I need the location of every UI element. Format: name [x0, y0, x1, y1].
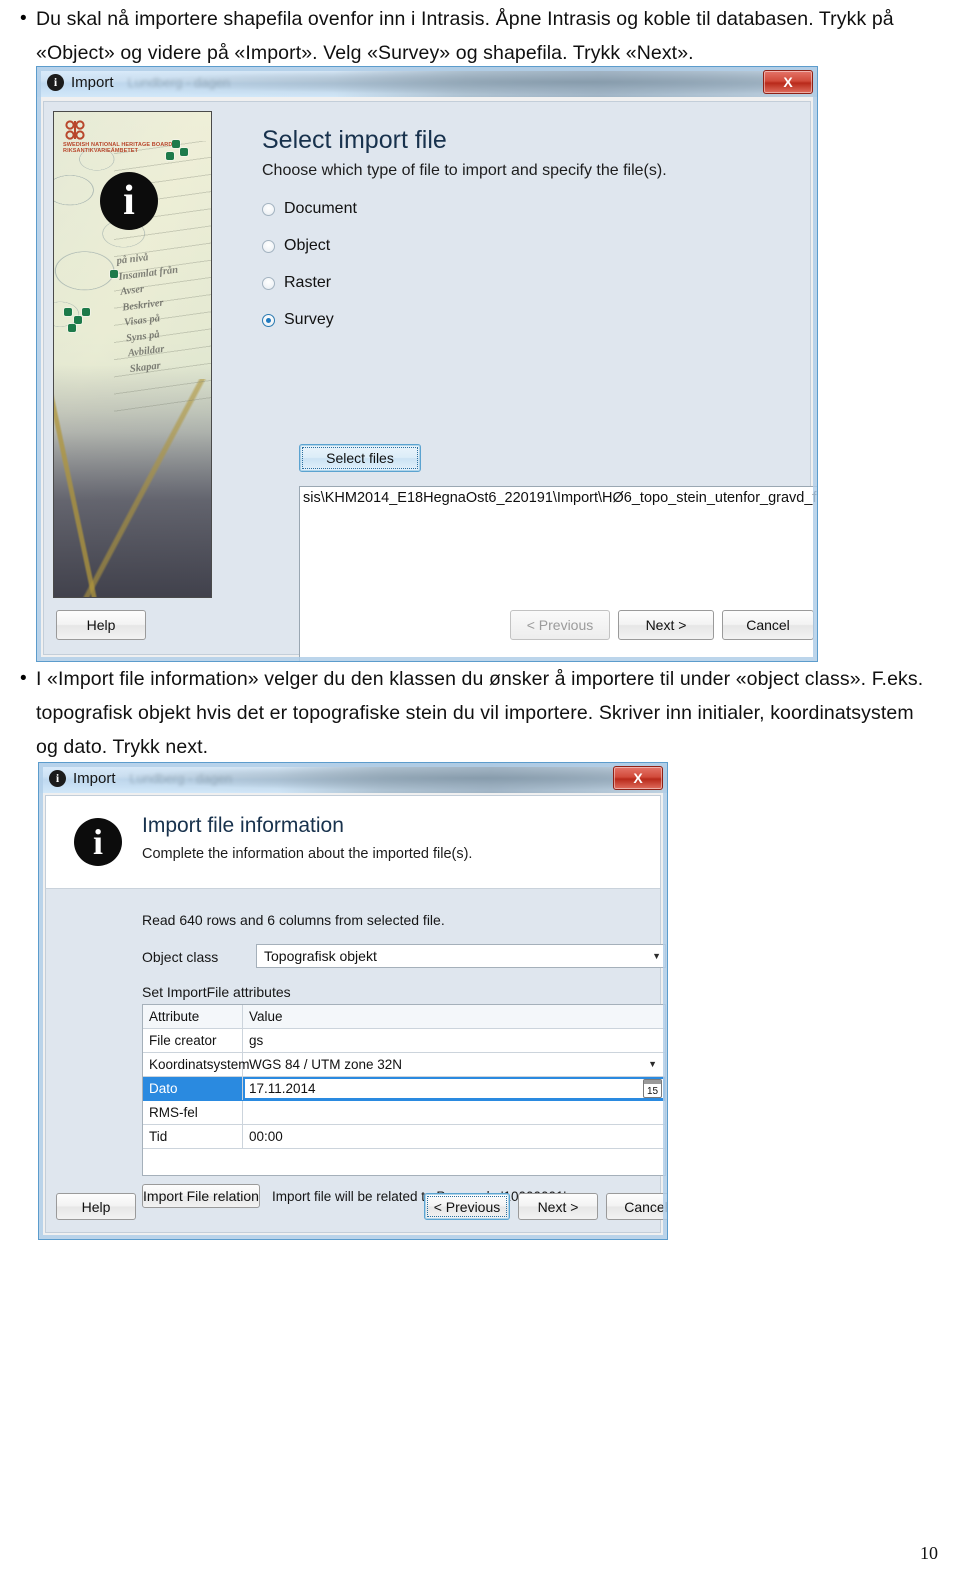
- previous-button-label: < Previous: [433, 1198, 501, 1215]
- set-attributes-label: Set ImportFile attributes: [142, 984, 291, 1000]
- radio-option-raster[interactable]: Raster: [262, 272, 357, 294]
- dialog1-subheading: Choose which type of file to import and …: [262, 162, 667, 179]
- next-button[interactable]: Next >: [618, 610, 714, 640]
- cancel-button[interactable]: Cancel: [606, 1193, 667, 1220]
- cancel-button[interactable]: Cancel: [722, 610, 814, 640]
- selected-file-path: sis\KHM2014_E18HegnaOst6_220191\Import\H…: [303, 490, 818, 506]
- bullet-marker: •: [20, 668, 27, 689]
- dialog2-heading: Import file information: [142, 814, 344, 837]
- paragraph-2-text: I «Import file information» velger du de…: [36, 668, 924, 758]
- info-icon: i: [47, 73, 64, 91]
- radio-option-document[interactable]: Document: [262, 198, 357, 220]
- dialog2-subheading: Complete the information about the impor…: [142, 846, 473, 862]
- next-button[interactable]: Next >: [518, 1193, 598, 1220]
- illustration-marker: [68, 324, 76, 332]
- select-files-button[interactable]: Select files: [299, 444, 421, 472]
- dialog1-body: SWEDISH NATIONAL HERITAGE BOARD RIKSANTI…: [43, 101, 817, 661]
- radio-indicator-survey[interactable]: [262, 313, 275, 327]
- bullet-marker: •: [20, 8, 27, 29]
- logo-line-2: RIKSANTIKVARIEÄMBETET: [63, 148, 139, 154]
- table-row-selected[interactable]: Dato 17.11.2014 15: [143, 1077, 665, 1101]
- radio-label-document: Document: [284, 200, 357, 217]
- attribute-value[interactable]: 00:00: [243, 1125, 665, 1148]
- illustration-marker: [82, 308, 90, 316]
- column-header-attribute: Attribute: [143, 1005, 243, 1028]
- radio-label-object: Object: [284, 237, 331, 254]
- import-attributes-table[interactable]: Attribute Value File creator gs Koordina…: [142, 1004, 666, 1176]
- object-class-label: Object class: [142, 949, 219, 965]
- illustration-marker: [64, 308, 72, 316]
- dialog2-header-band: [46, 796, 660, 889]
- dialog2-body: i Import file information Complete the i…: [45, 795, 667, 1233]
- paragraph-1-text: Du skal nå importere shapefila ovenfor i…: [36, 8, 894, 64]
- object-class-value: Topografisk objekt: [264, 948, 377, 964]
- illustration-marker: [110, 270, 118, 278]
- previous-button[interactable]: < Previous: [424, 1193, 510, 1220]
- close-icon[interactable]: X: [613, 766, 663, 790]
- attribute-name: File creator: [143, 1029, 243, 1052]
- attribute-value[interactable]: [243, 1101, 665, 1124]
- dialog1-titlebar[interactable]: i Import Lundberg - dagen X: [37, 67, 817, 97]
- radio-indicator-document[interactable]: [262, 202, 275, 216]
- riksantikvarieambetet-logo: SWEDISH NATIONAL HERITAGE BOARD RIKSANTI…: [63, 119, 183, 154]
- illustration-handwriting: på nivå Insamlat från Avser Beskriver Vi…: [116, 243, 211, 377]
- table-row[interactable]: File creator gs: [143, 1029, 665, 1053]
- radio-label-survey: Survey: [284, 311, 334, 328]
- dialog1-title-secondary: Lundberg - dagen: [127, 74, 231, 90]
- attribute-name: Koordinatsystem: [143, 1053, 250, 1076]
- radio-indicator-object[interactable]: [262, 239, 275, 253]
- attribute-name: Tid: [143, 1125, 243, 1148]
- dialog2-title-secondary: Lundberg - dagen: [129, 770, 233, 786]
- close-icon[interactable]: X: [763, 70, 813, 94]
- koordinatsystem-value: WGS 84 / UTM zone 32N: [249, 1057, 403, 1072]
- table-row[interactable]: Koordinatsystem WGS 84 / UTM zone 32N ▼: [143, 1053, 665, 1077]
- select-files-label: Select files: [326, 450, 394, 466]
- import-type-radio-group[interactable]: Document Object Raster Survey: [262, 198, 357, 346]
- dialog1-heading: Select import file: [262, 126, 447, 154]
- table-row[interactable]: RMS-fel: [143, 1101, 665, 1125]
- info-icon: i: [49, 769, 66, 787]
- attribute-value-date-input[interactable]: 17.11.2014 15: [243, 1077, 665, 1100]
- dialog1-title: Import: [71, 73, 114, 91]
- chevron-down-icon[interactable]: ▼: [652, 951, 661, 961]
- dialog2-footer: Help < Previous Next > Cancel: [46, 1184, 667, 1232]
- table-header-row: Attribute Value: [143, 1005, 665, 1029]
- previous-button: < Previous: [510, 610, 610, 640]
- page-number: 10: [920, 1543, 938, 1563]
- read-rows-info: Read 640 rows and 6 columns from selecte…: [142, 912, 445, 928]
- radio-indicator-raster[interactable]: [262, 276, 275, 290]
- dialog2-title: Import: [73, 769, 116, 787]
- heritage-board-glyph: [65, 120, 85, 140]
- dialog1-footer: Help < Previous Next > Cancel: [44, 596, 814, 654]
- help-button[interactable]: Help: [56, 610, 146, 640]
- radio-option-survey[interactable]: Survey: [262, 309, 357, 331]
- attribute-value[interactable]: gs: [243, 1029, 665, 1052]
- radio-option-object[interactable]: Object: [262, 235, 357, 257]
- import-file-information-dialog[interactable]: i Import Lundberg - dagen X i Import fil…: [38, 762, 668, 1240]
- info-badge-icon: i: [74, 818, 122, 866]
- attribute-value[interactable]: WGS 84 / UTM zone 32N ▼: [243, 1053, 665, 1076]
- attribute-name: RMS-fel: [143, 1101, 243, 1124]
- paragraph-2: • I «Import file information» velger du …: [10, 662, 940, 764]
- attribute-name: Dato: [143, 1077, 243, 1100]
- import-select-file-dialog[interactable]: i Import Lundberg - dagen X SWEDISH NATI…: [36, 66, 818, 662]
- object-class-dropdown[interactable]: Topografisk objekt ▼: [256, 944, 666, 968]
- wizard-illustration: SWEDISH NATIONAL HERITAGE BOARD RIKSANTI…: [53, 111, 212, 598]
- calendar-icon[interactable]: 15: [643, 1079, 662, 1098]
- illustration-marker: [74, 316, 82, 324]
- column-header-value: Value: [249, 1009, 283, 1024]
- help-button[interactable]: Help: [56, 1193, 136, 1220]
- table-row[interactable]: Tid 00:00: [143, 1125, 665, 1149]
- dialog2-titlebar[interactable]: i Import Lundberg - dagen X: [39, 763, 667, 793]
- chevron-down-icon[interactable]: ▼: [648, 1059, 657, 1069]
- radio-label-raster: Raster: [284, 274, 332, 291]
- dato-value: 17.11.2014: [249, 1081, 316, 1096]
- paragraph-1: • Du skal nå importere shapefila ovenfor…: [10, 2, 940, 70]
- illustration-info-badge-icon: i: [100, 172, 158, 230]
